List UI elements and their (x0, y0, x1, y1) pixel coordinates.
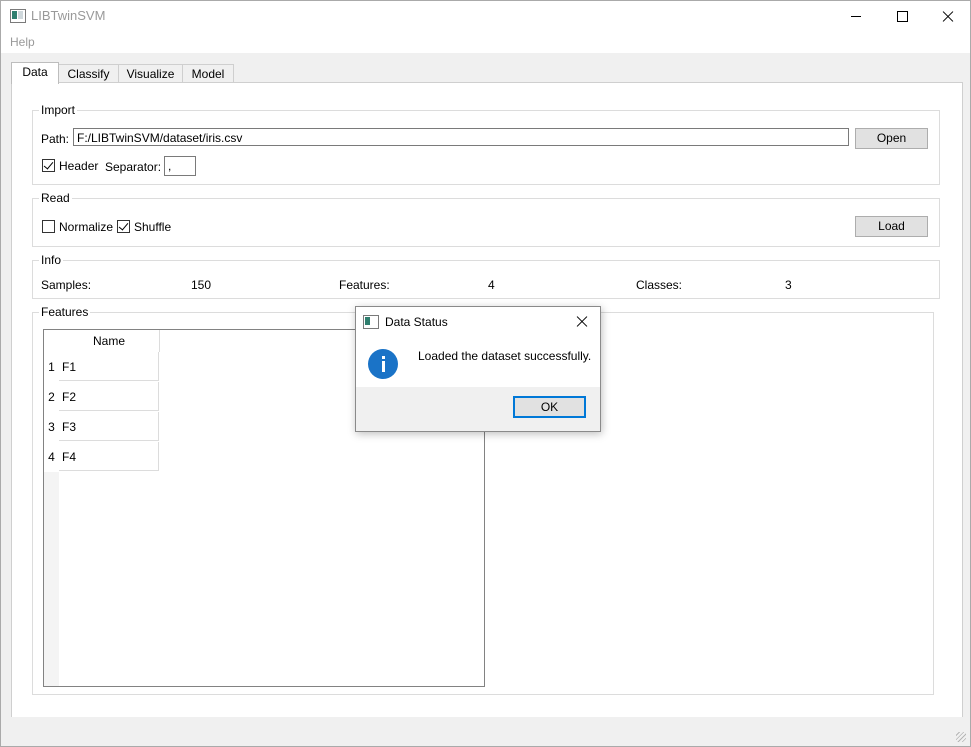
import-group: Import Path: F:/LIBTwinSVM/dataset/iris.… (32, 103, 940, 185)
features-group-title: Features (39, 305, 91, 319)
tab-classify[interactable]: Classify (58, 64, 119, 83)
tab-model[interactable]: Model (182, 64, 234, 83)
window-title: LIBTwinSVM (31, 8, 106, 23)
info-group-title: Info (39, 253, 64, 267)
row-number[interactable]: 1 (44, 352, 59, 382)
features-label: Features: (339, 278, 390, 292)
row-number[interactable]: 3 (44, 412, 59, 442)
close-window-button[interactable] (924, 1, 970, 31)
samples-value: 150 (191, 278, 212, 292)
shuffle-checkbox[interactable] (117, 220, 130, 233)
table-cell[interactable]: F4 (59, 442, 159, 471)
dialog-message: Loaded the dataset successfully. (418, 349, 592, 363)
separator-label: Separator: (105, 160, 162, 174)
data-status-dialog: Data Status Loaded the dataset successfu… (355, 306, 601, 432)
samples-label: Samples: (41, 278, 92, 292)
import-group-title: Import (39, 103, 78, 117)
header-checkbox[interactable] (42, 159, 55, 172)
dialog-title: Data Status (385, 315, 448, 329)
row-number[interactable]: 4 (44, 442, 59, 472)
header-label: Header (59, 159, 99, 173)
read-group: Read Normalize Shuffle Load (32, 191, 940, 247)
classes-value: 3 (785, 278, 792, 292)
shuffle-label: Shuffle (134, 220, 172, 234)
dialog-footer: OK (356, 387, 600, 431)
path-input[interactable]: F:/LIBTwinSVM/dataset/iris.csv (73, 128, 849, 146)
table-cell[interactable]: F3 (59, 412, 159, 441)
menu-help[interactable]: Help (10, 35, 35, 49)
read-group-title: Read (39, 191, 72, 205)
dialog-app-icon (363, 315, 379, 329)
column-header-name[interactable]: Name (59, 330, 160, 352)
table-corner (44, 330, 59, 352)
tab-data[interactable]: Data (11, 62, 59, 84)
separator-input[interactable]: , (164, 156, 196, 176)
row-number[interactable]: 2 (44, 382, 59, 412)
classes-label: Classes: (636, 278, 683, 292)
menu-bar: Help (1, 31, 970, 53)
main-window: LIBTwinSVM Help Data Classify Visualize … (0, 0, 971, 747)
tab-visualize[interactable]: Visualize (118, 64, 183, 83)
status-area (1, 717, 970, 746)
table-cell[interactable]: F2 (59, 382, 159, 411)
app-icon (10, 9, 26, 23)
path-label: Path: (41, 132, 70, 146)
load-button[interactable]: Load (855, 216, 928, 237)
normalize-label: Normalize (59, 220, 114, 234)
dialog-close-button[interactable] (571, 311, 593, 333)
features-value: 4 (488, 278, 495, 292)
ok-button[interactable]: OK (513, 396, 586, 418)
minimize-button[interactable] (833, 1, 879, 31)
resize-grip-icon[interactable] (956, 732, 966, 742)
table-cell[interactable]: F1 (59, 352, 159, 381)
open-button[interactable]: Open (855, 128, 928, 149)
normalize-checkbox[interactable] (42, 220, 55, 233)
title-bar[interactable]: LIBTwinSVM (1, 1, 970, 31)
info-icon (368, 349, 398, 379)
info-group: Info Samples: 150 Features: 4 Classes: 3 (32, 253, 940, 299)
maximize-button[interactable] (879, 1, 925, 31)
